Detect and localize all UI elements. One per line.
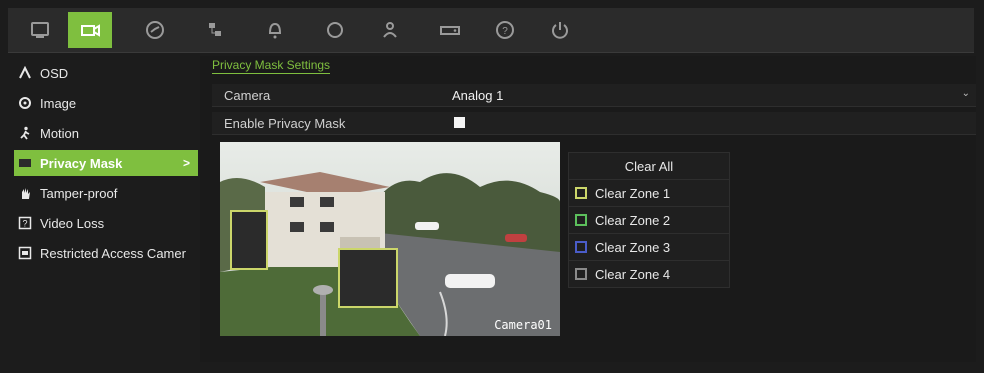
sidebar-item-label: Video Loss (40, 215, 105, 231)
zone-label: Clear Zone 1 (595, 185, 671, 201)
privacy-mask-icon (18, 156, 32, 170)
video-loss-icon: ? (18, 216, 32, 230)
enable-privacy-mask-checkbox[interactable] (454, 117, 465, 128)
svg-text:?: ? (502, 26, 508, 37)
sidebar-item-label: OSD (40, 65, 69, 81)
zone-2-swatch-icon (575, 214, 587, 226)
camera-label: Camera (224, 88, 271, 103)
sidebar: OSD Image Motion Privacy Mask > Tamper-p… (8, 56, 200, 362)
privacy-mask-zone-2[interactable] (338, 248, 398, 308)
camera-row: Camera Analog 1 ⌄ (212, 84, 976, 107)
restricted-icon (18, 246, 32, 260)
sidebar-item-label: Tamper-proof (40, 185, 118, 201)
device-icon[interactable] (313, 12, 357, 48)
privacy-mask-zone-1[interactable] (230, 210, 268, 270)
sidebar-item-restricted-access[interactable]: Restricted Access Camer (14, 240, 198, 266)
zone-label: Clear Zone 4 (595, 266, 671, 282)
zone-4-swatch-icon (575, 268, 587, 280)
display-icon[interactable] (18, 12, 62, 48)
clear-zone-4-button[interactable]: Clear Zone 4 (568, 260, 730, 288)
sidebar-item-tamper-proof[interactable]: Tamper-proof (14, 180, 198, 206)
osd-icon (18, 66, 32, 80)
help-icon[interactable]: ? (483, 12, 527, 48)
sidebar-item-label: Image (40, 95, 77, 111)
record-icon[interactable] (133, 12, 177, 48)
clear-all-button[interactable]: Clear All (568, 152, 730, 180)
sidebar-item-image[interactable]: Image (14, 90, 198, 116)
page-title: Privacy Mask Settings (212, 58, 331, 74)
camera-icon[interactable] (68, 12, 112, 48)
hdd-icon[interactable] (428, 12, 472, 48)
svg-text:?: ? (22, 219, 27, 229)
zone-label: Clear Zone 3 (595, 239, 671, 255)
camera-select[interactable]: Analog 1 (452, 88, 503, 103)
sidebar-item-privacy-mask[interactable]: Privacy Mask > (14, 150, 198, 176)
power-icon[interactable] (538, 12, 582, 48)
user-icon[interactable] (368, 12, 412, 48)
chevron-right-icon: > (182, 156, 190, 170)
sidebar-item-label: Privacy Mask (40, 155, 123, 171)
chevron-down-icon[interactable]: ⌄ (962, 88, 970, 99)
alarm-icon[interactable] (253, 12, 297, 48)
camera-overlay-label: Camera01 (494, 318, 552, 332)
sidebar-item-motion[interactable]: Motion (14, 120, 198, 146)
enable-privacy-mask-row: Enable Privacy Mask (212, 112, 976, 135)
motion-icon (18, 126, 32, 140)
tamper-icon (18, 186, 32, 200)
clear-zone-2-button[interactable]: Clear Zone 2 (568, 206, 730, 234)
clear-zone-1-button[interactable]: Clear Zone 1 (568, 179, 730, 207)
network-icon[interactable] (193, 12, 237, 48)
clear-zone-3-button[interactable]: Clear Zone 3 (568, 233, 730, 261)
image-icon (18, 96, 32, 110)
zone-label: Clear Zone 2 (595, 212, 671, 228)
zone-3-swatch-icon (575, 241, 587, 253)
enable-privacy-mask-label: Enable Privacy Mask (224, 116, 346, 131)
sidebar-item-video-loss[interactable]: ? Video Loss (14, 210, 198, 236)
camera-preview[interactable]: Camera01 (220, 142, 560, 336)
top-toolbar: ? (8, 8, 974, 53)
main-panel: Privacy Mask Settings Camera Analog 1 ⌄ … (200, 56, 976, 362)
sidebar-item-label: Restricted Access Camer (40, 245, 186, 261)
sidebar-item-label: Motion (40, 125, 80, 141)
sidebar-item-osd[interactable]: OSD (14, 60, 198, 86)
zone-1-swatch-icon (575, 187, 587, 199)
